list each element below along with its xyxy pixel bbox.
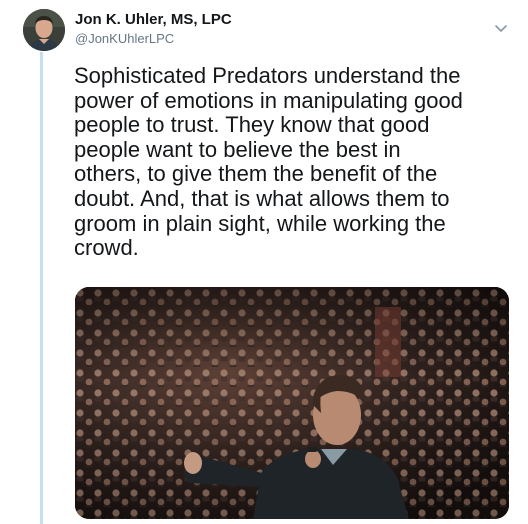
author-display-name[interactable]: Jon K. Uhler, MS, LPC	[75, 12, 232, 28]
tweet-text: Sophisticated Predators understand the p…	[74, 63, 463, 261]
author-info: Jon K. Uhler, MS, LPC @JonKUhlerLPC	[75, 12, 232, 47]
tweet-photo[interactable]	[75, 287, 509, 519]
chevron-down-icon[interactable]	[494, 24, 508, 34]
tweet-container: Jon K. Uhler, MS, LPC @JonKUhlerLPC Soph…	[0, 0, 528, 524]
thread-line	[40, 52, 43, 524]
author-avatar[interactable]	[23, 9, 65, 51]
author-handle[interactable]: @JonKUhlerLPC	[75, 31, 232, 47]
